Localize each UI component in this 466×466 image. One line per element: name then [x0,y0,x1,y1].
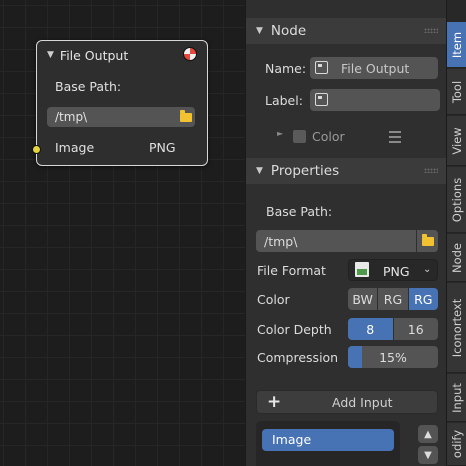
color-checkbox[interactable] [293,130,306,143]
properties-panel-title: Properties [270,163,340,179]
tab-input-label: Input [450,382,464,413]
image-file-icon [355,262,369,277]
color-label: Color [312,129,345,144]
drag-grip-icon[interactable] [424,28,438,33]
tab-options-label: Options [450,177,464,222]
chevron-down-icon: ⌄ [423,264,432,275]
color-depth-8[interactable]: 8 [348,318,394,340]
input-socket-icon[interactable] [32,145,41,154]
file-format-value: PNG [383,264,410,279]
node-base-path-value: /tmp\ [55,110,88,124]
tab-input[interactable]: Input [447,374,466,422]
folder-icon [421,233,434,246]
collapse-triangle-icon[interactable]: ▼ [47,50,54,60]
add-input-label: Add Input [332,395,393,410]
color-depth-selector[interactable]: 8 16 [348,318,438,340]
base-path-value: /tmp\ [264,234,298,249]
node-title: File Output [59,47,129,63]
sidebar-panel: ▼ Node Name: File Output Label: ► Color … [245,0,447,466]
drag-grip-icon[interactable] [424,168,438,173]
base-path-field[interactable]: /tmp\ [256,230,438,252]
name-label: Name: [265,61,307,76]
node-editor-canvas[interactable]: ▼ File Output Base Path: /tmp\ Image PNG [0,0,245,466]
label-label: Label: [265,93,303,108]
name-value: File Output [341,61,410,76]
compression-label: Compression [257,350,339,365]
color-mode-bw[interactable]: BW [348,288,379,310]
color-mode-rgb[interactable]: RG [378,288,409,310]
file-format-label: File Format [257,263,326,278]
folder-icon [180,109,192,122]
color-mode-label: Color [257,292,290,307]
list-icon[interactable] [389,131,401,143]
node-base-path-field[interactable]: /tmp\ [47,107,195,127]
tab-iconortext-label: Iconortext [450,298,464,357]
tab-item-label: Item [450,31,464,58]
color-mode-selector[interactable]: BW RG RG [348,288,438,310]
triangle-up-icon: ▲ [424,428,432,440]
tab-modify[interactable]: odify [447,423,466,466]
compression-value: 15% [379,350,407,365]
render-result-icon [183,47,197,61]
tab-view-label: View [450,126,464,155]
plus-icon: + [267,392,282,412]
node-folder-button[interactable] [177,107,195,127]
node-icon [315,61,328,74]
name-field[interactable]: File Output [310,57,438,79]
node-input-format: PNG [149,140,176,155]
file-format-dropdown[interactable]: PNG ⌄ [348,259,438,281]
expand-triangle-icon[interactable]: ► [277,129,283,138]
compression-slider[interactable]: 15% [348,346,438,368]
color-depth-label: Color Depth [257,322,332,337]
tab-modify-label: odify [450,429,464,459]
sidebar-tabs: Item Tool View Options Node Iconortext I… [446,0,466,466]
base-path-label: Base Path: [266,204,333,219]
add-input-button[interactable]: + Add Input [256,390,438,414]
collapse-triangle-icon: ▼ [256,166,263,176]
node-panel-title: Node [270,23,307,39]
tab-node-label: Node [450,242,464,273]
tab-tool[interactable]: Tool [447,69,466,115]
triangle-down-icon: ▼ [424,449,432,461]
list-item[interactable]: Image [262,429,394,451]
inputs-list[interactable]: Image [256,421,400,466]
node-header[interactable]: ▼ File Output [47,46,128,64]
collapse-triangle-icon: ▼ [256,26,263,36]
tab-view[interactable]: View [447,116,466,166]
tab-item[interactable]: Item [447,22,466,68]
tab-node[interactable]: Node [447,234,466,282]
color-depth-16[interactable]: 16 [393,318,438,340]
file-output-node[interactable]: ▼ File Output Base Path: /tmp\ Image PNG [32,40,208,166]
move-up-button[interactable]: ▲ [418,425,438,443]
properties-panel-header[interactable]: ▼ Properties [246,158,447,184]
input-item-label: Image [272,432,312,447]
node-panel-header[interactable]: ▼ Node [246,18,447,44]
folder-button[interactable] [416,230,438,252]
label-field[interactable] [310,89,440,111]
color-mode-rgba[interactable]: RG [408,288,438,310]
node-icon [315,93,328,106]
tab-options[interactable]: Options [447,167,466,233]
tab-tool-label: Tool [450,80,464,103]
tab-iconortext[interactable]: Iconortext [447,283,466,373]
node-input-name: Image [55,140,95,155]
node-base-path-label: Base Path: [55,79,122,94]
move-down-button[interactable]: ▼ [418,446,438,464]
